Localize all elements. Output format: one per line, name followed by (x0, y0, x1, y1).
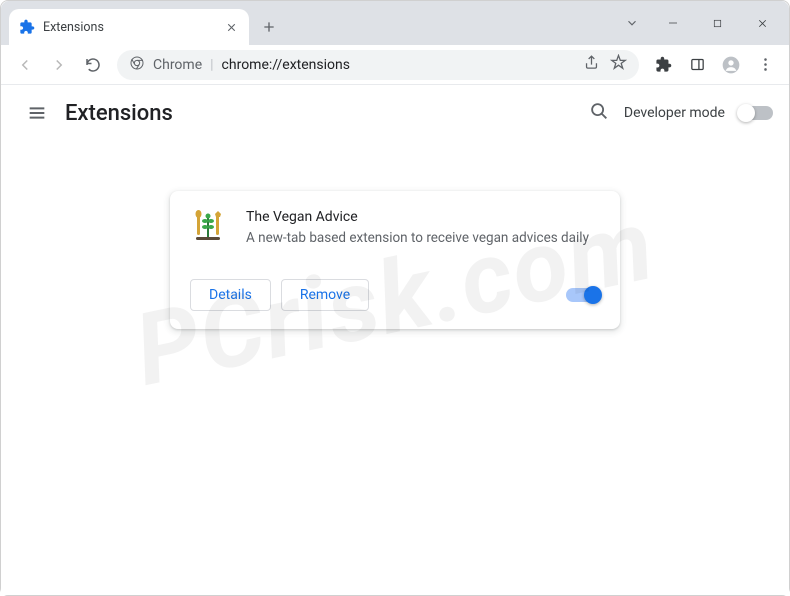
sidepanel-icon[interactable] (681, 49, 713, 81)
maximize-button[interactable] (695, 8, 740, 38)
extension-header: The Vegan Advice A new-tab based extensi… (190, 209, 600, 249)
page-title: Extensions (65, 101, 173, 126)
window-controls (614, 7, 789, 45)
url-separator: | (210, 57, 213, 73)
browser-tab[interactable]: Extensions (9, 9, 249, 45)
extension-enable-toggle[interactable] (566, 288, 600, 302)
extension-info: The Vegan Advice A new-tab based extensi… (246, 209, 600, 249)
header-actions: Developer mode (588, 100, 773, 126)
back-button[interactable] (9, 49, 41, 81)
share-icon[interactable] (583, 54, 600, 75)
tab-title: Extensions (43, 20, 215, 35)
puzzle-icon (19, 19, 35, 35)
profile-icon[interactable] (715, 49, 747, 81)
tab-dropdown-button[interactable] (614, 8, 650, 38)
address-bar[interactable]: Chrome | chrome://extensions (117, 50, 639, 80)
hamburger-menu-button[interactable] (17, 93, 57, 133)
titlebar: Extensions (1, 1, 789, 45)
details-button[interactable]: Details (190, 279, 271, 311)
forward-button[interactable] (43, 49, 75, 81)
url-text: chrome://extensions (222, 57, 350, 73)
extension-toggle-wrap (566, 288, 600, 302)
page-content: Extensions Developer mode (1, 85, 789, 595)
close-window-button[interactable] (740, 8, 785, 38)
menu-icon[interactable] (749, 49, 781, 81)
omnibox-actions (583, 54, 627, 75)
browser-window: Extensions (0, 0, 790, 596)
extension-icon (190, 209, 226, 245)
extension-actions: Details Remove (190, 279, 600, 311)
minimize-button[interactable] (650, 8, 695, 38)
search-button[interactable] (588, 100, 610, 126)
developer-mode-toggle[interactable] (739, 106, 773, 120)
extension-description: A new-tab based extension to receive veg… (246, 229, 600, 249)
extensions-list: The Vegan Advice A new-tab based extensi… (1, 141, 789, 595)
extension-name: The Vegan Advice (246, 209, 600, 225)
page-header: Extensions Developer mode (1, 85, 789, 141)
extension-card: The Vegan Advice A new-tab based extensi… (170, 191, 620, 329)
url-prefix: Chrome (153, 57, 202, 73)
reload-button[interactable] (77, 49, 109, 81)
new-tab-button[interactable] (255, 13, 283, 41)
extensions-icon[interactable] (647, 49, 679, 81)
toolbar: Chrome | chrome://extensions (1, 45, 789, 85)
developer-mode-label: Developer mode (624, 105, 725, 121)
bookmark-icon[interactable] (610, 54, 627, 75)
remove-button[interactable]: Remove (281, 279, 369, 311)
chrome-icon (129, 55, 145, 75)
tab-close-button[interactable] (223, 19, 239, 35)
